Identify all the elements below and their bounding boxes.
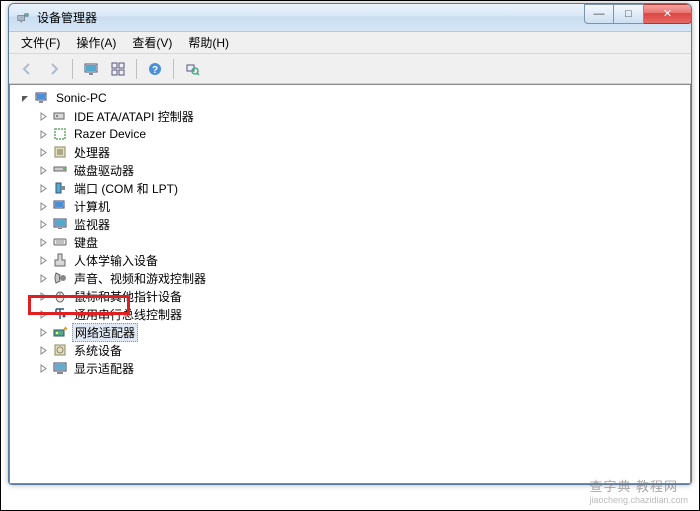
forward-button[interactable] [42,57,66,81]
chevron-right-icon[interactable] [36,361,50,375]
tree-node-label: 通用串行总线控制器 [72,306,184,323]
computer-icon [34,90,50,106]
tree-node[interactable]: 磁盘驱动器 [34,161,690,179]
tree-node-label: 鼠标和其他指针设备 [72,288,184,305]
menu-file[interactable]: 文件(F) [13,32,68,53]
device-category-icon [52,360,68,376]
toolbar: ? [9,54,691,84]
chevron-right-icon[interactable] [36,109,50,123]
tree-node[interactable]: 网络适配器 [34,323,690,341]
menu-view[interactable]: 查看(V) [124,32,180,53]
tree-node-label: 磁盘驱动器 [72,162,136,179]
device-category-icon [52,198,68,214]
svg-text:?: ? [152,65,158,76]
tree-node-label: 端口 (COM 和 LPT) [72,180,180,197]
tree-node[interactable]: 声音、视频和游戏控制器 [34,269,690,287]
device-category-icon [52,180,68,196]
watermark-text: 查字典 教程网 [589,479,678,494]
tree-node[interactable]: Razer Device [34,125,690,143]
chevron-right-icon[interactable] [36,307,50,321]
device-category-icon [52,342,68,358]
toolbar-separator [72,59,73,79]
device-tree: Sonic-PC IDE ATA/ATAPI 控制器 Razer Device 处理… [10,85,690,381]
device-category-icon [52,234,68,250]
device-category-icon [52,108,68,124]
device-category-icon [52,162,68,178]
device-category-icon [52,126,68,142]
chevron-right-icon[interactable] [36,181,50,195]
window-controls: — □ ✕ [584,4,692,24]
chevron-right-icon[interactable] [36,199,50,213]
computer-button[interactable] [79,57,103,81]
tree-node-label: 处理器 [72,144,112,161]
device-category-icon [52,270,68,286]
chevron-right-icon[interactable] [36,343,50,357]
tree-node-label: 人体学输入设备 [72,252,160,269]
view-button[interactable] [106,57,130,81]
tree-node-label: Razer Device [72,127,148,141]
menu-action[interactable]: 操作(A) [68,32,124,53]
toolbar-separator [173,59,174,79]
tree-node[interactable]: 处理器 [34,143,690,161]
device-category-icon [52,216,68,232]
tree-client-area[interactable]: Sonic-PC IDE ATA/ATAPI 控制器 Razer Device 处理… [9,84,691,484]
chevron-right-icon[interactable] [36,217,50,231]
device-category-icon [52,288,68,304]
device-category-icon [52,252,68,268]
tree-node-label: 系统设备 [72,342,124,359]
toolbar-separator [136,59,137,79]
device-category-icon [52,306,68,322]
chevron-down-icon[interactable] [18,91,32,105]
tree-node[interactable]: 通用串行总线控制器 [34,305,690,323]
back-button[interactable] [15,57,39,81]
tree-node[interactable]: 鼠标和其他指针设备 [34,287,690,305]
tree-node[interactable]: 系统设备 [34,341,690,359]
device-manager-window: 设备管理器 — □ ✕ 文件(F) 操作(A) 查看(V) 帮助(H) ? [8,3,692,485]
tree-node-label: 键盘 [72,234,100,251]
menubar: 文件(F) 操作(A) 查看(V) 帮助(H) [9,32,691,54]
menu-help[interactable]: 帮助(H) [180,32,237,53]
chevron-right-icon[interactable] [36,289,50,303]
close-button[interactable]: ✕ [644,4,692,24]
tree-node[interactable]: 监视器 [34,215,690,233]
titlebar: 设备管理器 — □ ✕ [9,4,691,32]
app-icon [15,10,31,26]
chevron-right-icon[interactable] [36,163,50,177]
tree-node[interactable]: 键盘 [34,233,690,251]
tree-node[interactable]: 显示适配器 [34,359,690,377]
maximize-button[interactable]: □ [614,4,644,24]
tree-node-label: 显示适配器 [72,360,136,377]
minimize-button[interactable]: — [584,4,614,24]
chevron-right-icon[interactable] [36,145,50,159]
chevron-right-icon[interactable] [36,271,50,285]
tree-node[interactable]: IDE ATA/ATAPI 控制器 [34,107,690,125]
tree-node[interactable]: 端口 (COM 和 LPT) [34,179,690,197]
chevron-right-icon[interactable] [36,127,50,141]
chevron-right-icon[interactable] [36,235,50,249]
chevron-right-icon[interactable] [36,325,50,339]
tree-node[interactable]: 计算机 [34,197,690,215]
chevron-right-icon[interactable] [36,253,50,267]
watermark: 查字典 教程网 jiaocheng.chazidian.com [589,476,688,505]
scan-button[interactable] [180,57,204,81]
help-button[interactable]: ? [143,57,167,81]
device-category-icon [52,324,68,340]
window-title: 设备管理器 [37,9,584,26]
tree-node-label: 计算机 [72,198,112,215]
tree-node-label: 监视器 [72,216,112,233]
tree-node-label: 网络适配器 [72,323,138,342]
tree-root[interactable]: Sonic-PC [16,89,690,107]
tree-node[interactable]: 人体学输入设备 [34,251,690,269]
tree-node-label: 声音、视频和游戏控制器 [72,270,208,287]
tree-node-label: IDE ATA/ATAPI 控制器 [72,108,196,125]
device-category-icon [52,144,68,160]
watermark-sub: jiaocheng.chazidian.com [589,495,688,505]
tree-root-label: Sonic-PC [54,91,109,105]
